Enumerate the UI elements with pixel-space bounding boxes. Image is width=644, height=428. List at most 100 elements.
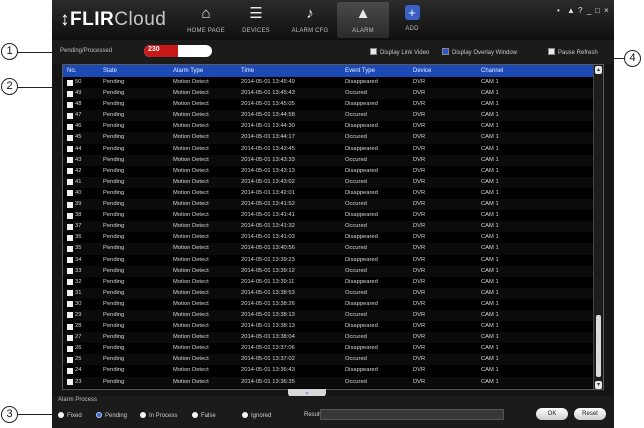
row-checkbox[interactable] (67, 279, 73, 286)
row-checkbox[interactable] (67, 334, 73, 341)
table-row[interactable]: 30 Pending Motion Detect 2014-05-01 13:38:2… (63, 299, 595, 310)
display-overlay-window-checkbox[interactable] (442, 48, 449, 55)
row-checkbox[interactable] (67, 356, 73, 363)
column-header-channel[interactable]: Channel (481, 68, 503, 74)
table-row[interactable]: 34 Pending Motion Detect 2014-05-01 13:39:2… (63, 255, 595, 266)
lock-icon[interactable]: ▲ (567, 6, 575, 15)
row-checkbox[interactable] (67, 168, 73, 175)
row-checkbox[interactable] (67, 79, 73, 86)
results-input[interactable] (320, 409, 504, 420)
radio-fixed[interactable]: Fixed (58, 412, 82, 419)
table-row[interactable]: 31 Pending Motion Detect 2014-05-01 13:38:5… (63, 287, 595, 299)
radio-ignored-dot[interactable] (242, 412, 248, 418)
column-header-state[interactable]: State (103, 68, 117, 74)
table-row[interactable]: 33 Pending Motion Detect 2014-05-01 13:39:1… (63, 265, 595, 277)
ok-button[interactable]: OK (536, 408, 568, 420)
row-checkbox[interactable] (67, 101, 73, 108)
cell-state: Pending (103, 167, 125, 174)
table-row[interactable]: 35 Pending Motion Detect 2014-05-01 13:40:5… (63, 243, 595, 255)
column-header-alarm-type[interactable]: Alarm Type (173, 68, 203, 74)
radio-false-dot[interactable] (192, 412, 198, 418)
row-checkbox[interactable] (67, 312, 73, 319)
nav-alarm-cfg[interactable]: ♪ ALARM CFG (284, 2, 336, 38)
radio-in-process[interactable]: In Process (140, 412, 177, 419)
scroll-up-icon[interactable]: ▴ (595, 66, 602, 74)
row-checkbox[interactable] (67, 112, 73, 119)
table-row[interactable]: 27 Pending Motion Detect 2014-05-01 13:38:0… (63, 332, 595, 344)
display-overlay-window-option[interactable]: Display Overlay Window (442, 48, 517, 56)
table-row[interactable]: 48 Pending Motion Detect 2014-05-01 13:45:0… (63, 99, 595, 110)
radio-in-process-dot[interactable] (140, 412, 146, 418)
radio-false[interactable]: False (192, 412, 216, 419)
column-header-no[interactable]: No. (67, 68, 76, 74)
scroll-down-icon[interactable]: ▾ (595, 381, 602, 389)
cell-channel: CAM 1 (481, 356, 499, 363)
table-row[interactable]: 43 Pending Motion Detect 2014-05-01 13:43:3… (63, 154, 595, 166)
row-checkbox[interactable] (67, 201, 73, 208)
cell-event-type: Disappeared (345, 345, 378, 352)
row-checkbox[interactable] (67, 268, 73, 275)
table-row[interactable]: 50 Pending Motion Detect 2014-05-01 13:45:4… (63, 77, 595, 88)
table-row[interactable]: 39 Pending Motion Detect 2014-05-01 13:41:5… (63, 199, 595, 211)
row-checkbox[interactable] (67, 257, 73, 263)
reset-button[interactable]: Reset (574, 408, 606, 420)
row-checkbox[interactable] (67, 323, 73, 330)
close-icon[interactable]: × (604, 6, 609, 15)
row-checkbox[interactable] (67, 212, 73, 219)
table-row[interactable]: 28 Pending Motion Detect 2014-05-01 13:38:1… (63, 321, 595, 332)
row-checkbox[interactable] (67, 234, 73, 241)
table-row[interactable]: 42 Pending Motion Detect 2014-05-01 13:43:1… (63, 166, 595, 177)
table-row[interactable]: 25 Pending Motion Detect 2014-05-01 13:37:0… (63, 354, 595, 366)
nav-alarm[interactable]: ▲ ALARM (337, 2, 389, 38)
row-checkbox[interactable] (67, 301, 73, 308)
help-icon[interactable]: ? (578, 6, 582, 15)
pause-refresh-option[interactable]: Pause Refresh (548, 48, 598, 56)
nav-home-page[interactable]: ⌂ HOME PAGE (180, 2, 232, 38)
minimize-icon[interactable]: _ (587, 6, 591, 15)
column-header-device[interactable]: Device (413, 68, 431, 74)
user-icon[interactable]: • (557, 6, 560, 15)
row-checkbox[interactable] (67, 123, 73, 130)
row-checkbox[interactable] (67, 134, 73, 141)
radio-pending-dot[interactable] (96, 412, 102, 418)
radio-fixed-dot[interactable] (58, 412, 64, 418)
row-checkbox[interactable] (67, 90, 73, 97)
radio-ignored[interactable]: Ignored (242, 412, 271, 419)
row-checkbox[interactable] (67, 223, 73, 230)
row-checkbox[interactable] (67, 367, 73, 374)
maximize-icon[interactable]: □ (595, 6, 600, 15)
table-row[interactable]: 47 Pending Motion Detect 2014-05-01 13:44:5… (63, 110, 595, 122)
table-row[interactable]: 37 Pending Motion Detect 2014-05-01 13:41:3… (63, 221, 595, 233)
table-row[interactable]: 40 Pending Motion Detect 2014-05-01 13:42:0… (63, 188, 595, 199)
table-scrollbar[interactable]: ▴ ▾ (593, 65, 603, 389)
nav-devices[interactable]: ☰ DEVICES (230, 2, 282, 38)
table-row[interactable]: 32 Pending Motion Detect 2014-05-01 13:39:1… (63, 277, 595, 288)
row-checkbox[interactable] (67, 157, 73, 164)
table-row[interactable]: 41 Pending Motion Detect 2014-05-01 13:43:0… (63, 176, 595, 188)
row-checkbox[interactable] (67, 245, 73, 252)
scrollbar-thumb[interactable] (596, 315, 601, 377)
display-link-video-checkbox[interactable] (370, 48, 377, 55)
table-row[interactable]: 38 Pending Motion Detect 2014-05-01 13:41:4… (63, 210, 595, 221)
table-row[interactable]: 24 Pending Motion Detect 2014-05-01 13:36:4… (63, 365, 595, 376)
table-row[interactable]: 29 Pending Motion Detect 2014-05-01 13:38:1… (63, 309, 595, 322)
row-checkbox[interactable] (67, 146, 73, 153)
row-checkbox[interactable] (67, 379, 73, 386)
display-link-video-option[interactable]: Display Link Video (370, 48, 429, 56)
table-row[interactable]: 44 Pending Motion Detect 2014-05-01 13:43:4… (63, 144, 595, 155)
row-checkbox[interactable] (67, 190, 73, 197)
row-checkbox[interactable] (67, 290, 73, 297)
row-checkbox[interactable] (67, 179, 73, 186)
table-row[interactable]: 45 Pending Motion Detect 2014-05-01 13:44:1… (63, 132, 595, 144)
radio-pending[interactable]: Pending (96, 412, 127, 419)
table-row[interactable]: 49 Pending Motion Detect 2014-05-01 13:45:4… (63, 88, 595, 100)
column-header-time[interactable]: Time (241, 68, 254, 74)
pause-refresh-checkbox[interactable] (548, 48, 555, 55)
table-row[interactable]: 36 Pending Motion Detect 2014-05-01 13:41:0… (63, 232, 595, 243)
row-checkbox[interactable] (67, 345, 73, 352)
table-row[interactable]: 23 Pending Motion Detect 2014-05-01 13:36:3… (63, 376, 595, 388)
nav-add[interactable]: + ADD (386, 2, 438, 38)
column-header-event-type[interactable]: Event Type (345, 68, 375, 74)
table-row[interactable]: 46 Pending Motion Detect 2014-05-01 13:44:3… (63, 121, 595, 132)
table-row[interactable]: 26 Pending Motion Detect 2014-05-01 13:37:0… (63, 343, 595, 354)
